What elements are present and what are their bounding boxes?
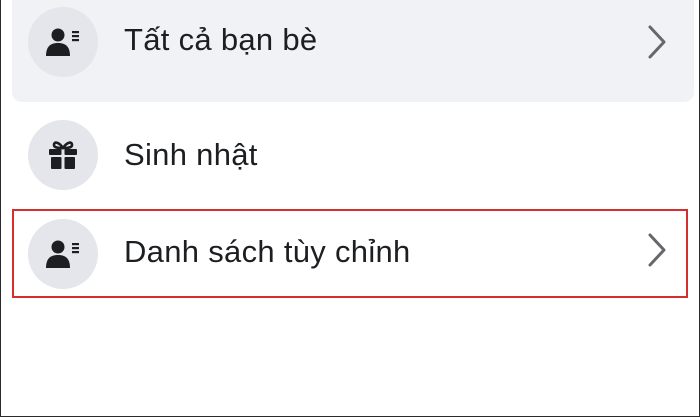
menu-item-label: Tất cả bạn bè: [124, 22, 318, 57]
friends-list-icon: [28, 7, 98, 77]
menu-item-birthdays[interactable]: Sinh nhật: [12, 108, 694, 204]
custom-list-icon: [28, 219, 98, 289]
menu-item-label: Sinh nhật: [124, 137, 258, 172]
menu-item-label: Danh sách tùy chỉnh: [124, 234, 411, 269]
menu-item-all-friends[interactable]: Tất cả bạn bè: [12, 0, 694, 102]
chevron-right-icon: [648, 233, 666, 267]
friends-menu-panel: Tất cả bạn bè Sinh nhật Danh sách tùy ch…: [0, 0, 700, 417]
friends-menu-list: Tất cả bạn bè Sinh nhật Danh sách tùy ch…: [1, 0, 699, 416]
chevron-right-icon: [648, 25, 666, 59]
menu-item-custom-lists[interactable]: Danh sách tùy chỉnh: [12, 209, 694, 298]
gift-icon: [28, 120, 98, 190]
